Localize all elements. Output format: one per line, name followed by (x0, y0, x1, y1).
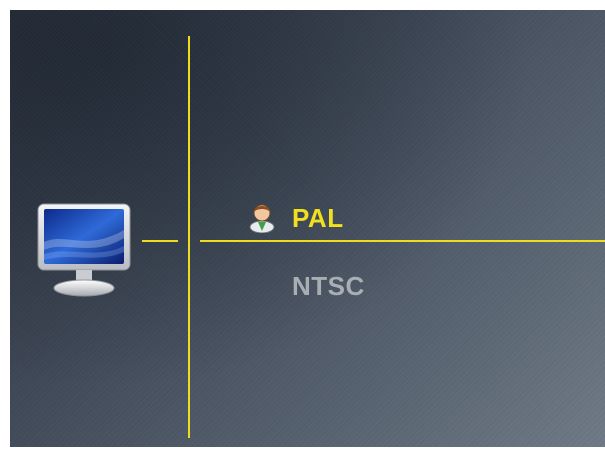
video-format-screen: PAL NTSC (10, 10, 605, 447)
menu-item-pal[interactable]: PAL (292, 203, 344, 234)
menu-item-ntsc[interactable]: NTSC (292, 271, 365, 302)
connector-line (142, 240, 178, 242)
user-icon (249, 204, 275, 233)
selection-underline (200, 240, 605, 242)
monitor-icon (37, 203, 131, 297)
menu-divider-vertical (188, 36, 190, 438)
